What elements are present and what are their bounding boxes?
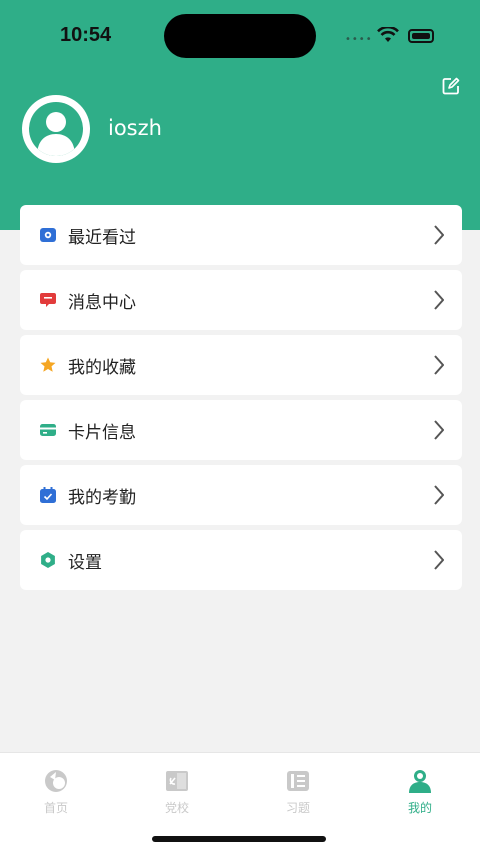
chevron-right-icon xyxy=(434,290,444,310)
history-icon xyxy=(40,228,56,242)
chevron-right-icon xyxy=(434,420,444,440)
tab-party-school[interactable]: 党校 xyxy=(142,763,212,823)
gear-icon xyxy=(41,552,55,568)
list-icon xyxy=(287,771,309,791)
menu-item-label: 卡片信息 xyxy=(68,423,136,443)
tab-label: 我的 xyxy=(407,801,432,815)
wifi-icon xyxy=(377,27,399,42)
tab-home[interactable]: 首页 xyxy=(21,763,91,823)
user-icon xyxy=(29,102,83,156)
status-time: 10:54 xyxy=(60,24,112,46)
tab-exercises[interactable]: 习题 xyxy=(263,763,333,823)
signal-icon: •••• xyxy=(345,34,373,45)
menu-item-messages[interactable]: 消息中心 xyxy=(20,270,462,330)
dynamic-island xyxy=(164,14,316,58)
star-icon xyxy=(40,357,56,372)
menu-item-card-info[interactable]: 卡片信息 xyxy=(20,400,462,460)
tab-label: 党校 xyxy=(164,801,189,815)
tab-label: 首页 xyxy=(43,801,68,815)
menu-list: 最近看过 消息中心 我的收藏 卡片信息 我的考勤 设置 xyxy=(20,205,462,595)
menu-item-label: 消息中心 xyxy=(68,293,136,313)
menu-item-label: 我的考勤 xyxy=(68,488,136,508)
message-icon xyxy=(40,293,56,307)
menu-item-label: 最近看过 xyxy=(68,228,136,248)
menu-item-label: 设置 xyxy=(68,553,102,573)
menu-item-attendance[interactable]: 我的考勤 xyxy=(20,465,462,525)
menu-item-recent[interactable]: 最近看过 xyxy=(20,205,462,265)
book-icon xyxy=(166,771,188,791)
home-icon xyxy=(45,770,67,792)
battery-icon xyxy=(408,29,434,43)
user-icon xyxy=(409,770,431,793)
menu-item-favorites[interactable]: 我的收藏 xyxy=(20,335,462,395)
chevron-right-icon xyxy=(434,550,444,570)
card-icon xyxy=(40,424,56,436)
tab-label: 习题 xyxy=(285,801,310,815)
chevron-right-icon xyxy=(434,485,444,505)
menu-item-settings[interactable]: 设置 xyxy=(20,530,462,590)
chevron-right-icon xyxy=(434,355,444,375)
status-bar: 10:54 •••• xyxy=(0,0,480,70)
menu-item-label: 我的收藏 xyxy=(68,358,136,378)
edit-icon[interactable] xyxy=(442,77,460,95)
tab-mine[interactable]: 我的 xyxy=(385,763,455,823)
username: ioszh xyxy=(108,116,162,140)
chevron-right-icon xyxy=(434,225,444,245)
avatar[interactable] xyxy=(22,95,90,163)
calendar-icon xyxy=(40,487,56,503)
home-indicator xyxy=(152,836,326,842)
